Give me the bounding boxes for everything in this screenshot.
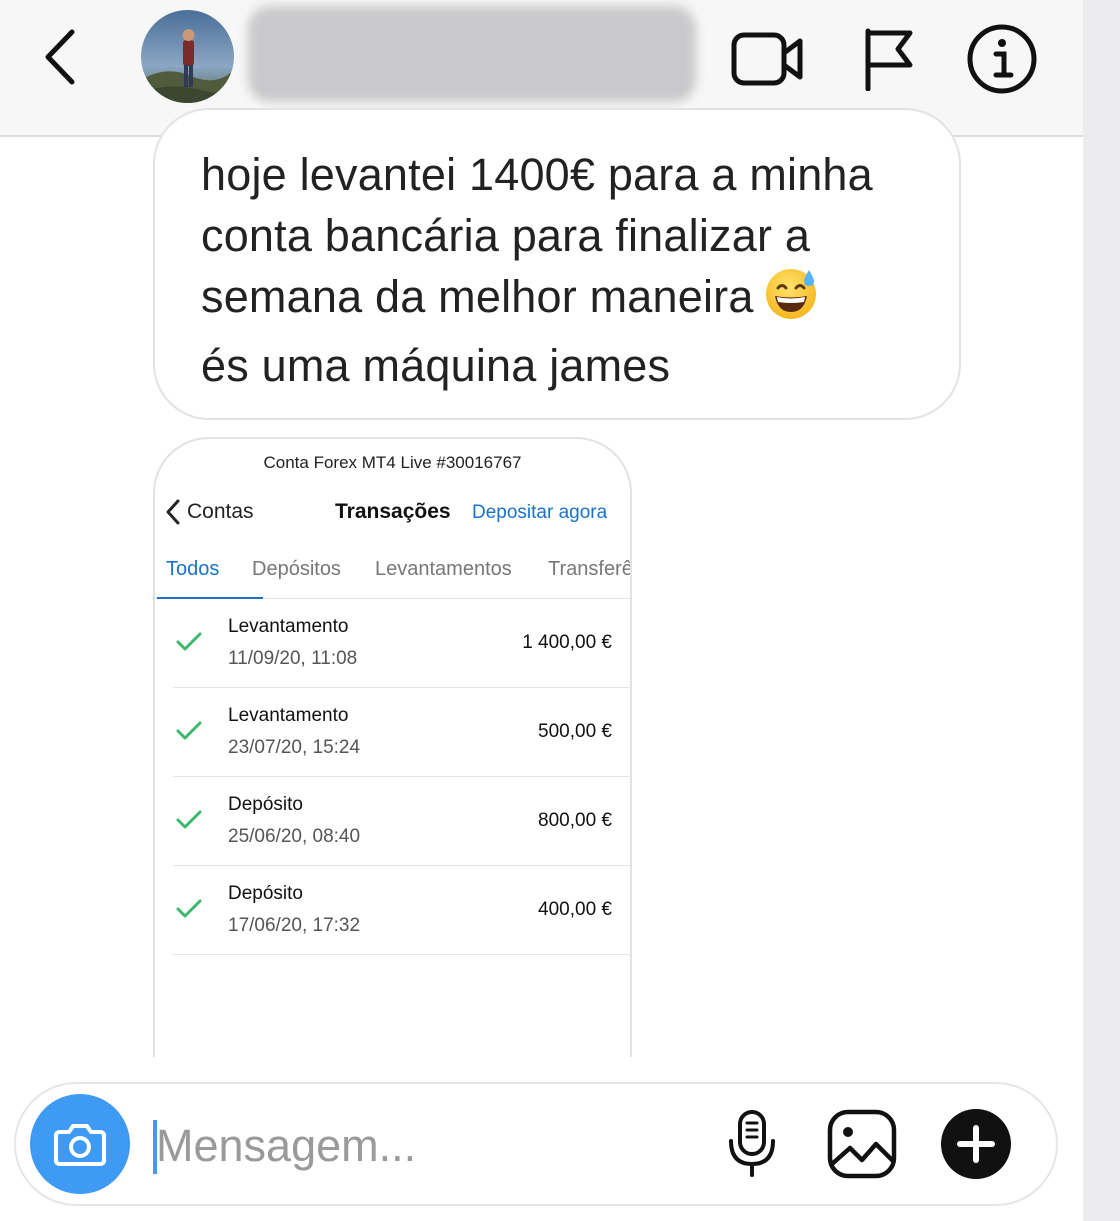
transaction-date: 25/06/20, 08:40	[228, 826, 361, 847]
gallery-icon	[827, 1109, 897, 1179]
voice-message-button[interactable]	[712, 1104, 792, 1184]
check-icon	[176, 899, 202, 918]
transaction-type: Depósito	[228, 794, 303, 815]
message-line: és uma máquina james	[201, 340, 671, 391]
transaction-date: 17/06/20, 17:32	[228, 915, 361, 936]
accounts-back-label: Contas	[187, 500, 254, 523]
more-options-button[interactable]	[936, 1104, 1016, 1184]
message-input[interactable]	[156, 1114, 676, 1178]
message-bubble[interactable]: hoje levantei 1400€ para a minha conta b…	[153, 108, 961, 420]
grinning-face-with-sweat-emoji	[764, 266, 818, 335]
transactions-title: Transações	[335, 500, 451, 523]
transaction-amount: 1 400,00 €	[522, 632, 612, 653]
transaction-row: Levantamento 11/09/20, 11:08 1 400,00 €	[155, 599, 630, 688]
avatar-photo	[141, 10, 234, 103]
tab-transfers: Transferê	[548, 558, 632, 580]
flag-icon	[865, 28, 913, 91]
transaction-type: Levantamento	[228, 616, 349, 637]
back-button[interactable]	[30, 22, 90, 92]
info-icon	[967, 24, 1037, 94]
transaction-row: Depósito 25/06/20, 08:40 800,00 €	[155, 777, 630, 866]
transaction-date: 23/07/20, 15:24	[228, 737, 361, 758]
check-icon	[176, 721, 202, 740]
message-line-with-emoji: semana da melhor maneira	[201, 266, 941, 335]
message-line: conta bancária para finalizar a	[201, 210, 811, 261]
avatar[interactable]	[141, 10, 234, 103]
shared-screenshot[interactable]: Conta Forex MT4 Live #30016767 Contas Tr…	[153, 437, 632, 1057]
video-call-icon	[731, 32, 803, 86]
message-line: hoje levantei 1400€ para a minha	[201, 149, 873, 200]
account-title: Conta Forex MT4 Live #30016767	[263, 453, 522, 472]
tab-deposits: Depósitos	[252, 558, 341, 580]
contact-name-redacted	[248, 6, 696, 102]
message-composer	[14, 1082, 1058, 1206]
transaction-tabs: Todos Depósitos Levantamentos Transferê	[155, 555, 630, 599]
chevron-left-icon	[45, 29, 75, 85]
side-strip	[1083, 0, 1120, 1221]
camera-icon	[54, 1124, 106, 1166]
report-button[interactable]	[848, 22, 928, 96]
video-call-button[interactable]	[728, 22, 808, 96]
deposit-now-link: Depositar agora	[472, 502, 608, 523]
message-line: semana da melhor maneira	[201, 271, 754, 322]
divider	[173, 954, 630, 955]
gallery-button[interactable]	[822, 1104, 902, 1184]
transaction-type: Levantamento	[228, 705, 349, 726]
check-icon	[176, 632, 202, 651]
tab-all: Todos	[166, 558, 220, 580]
check-icon	[176, 810, 202, 829]
message-text: hoje levantei 1400€ para a minha conta b…	[201, 144, 941, 396]
camera-button[interactable]	[30, 1094, 130, 1194]
tab-withdrawals: Levantamentos	[375, 558, 512, 580]
transaction-row: Depósito 17/06/20, 17:32 400,00 €	[155, 866, 630, 955]
transaction-amount: 400,00 €	[538, 899, 612, 920]
accounts-back-link: Contas	[165, 497, 254, 527]
transaction-date: 11/09/20, 11:08	[228, 648, 358, 669]
chevron-left-icon	[165, 497, 187, 527]
plus-icon	[941, 1109, 1011, 1179]
transaction-list: Levantamento 11/09/20, 11:08 1 400,00 € …	[155, 599, 630, 955]
transaction-type: Depósito	[228, 883, 303, 904]
transaction-row: Levantamento 23/07/20, 15:24 500,00 €	[155, 688, 630, 777]
microphone-icon	[729, 1110, 775, 1177]
info-button[interactable]	[962, 22, 1042, 96]
transaction-amount: 500,00 €	[538, 721, 612, 742]
transaction-amount: 800,00 €	[538, 810, 612, 831]
